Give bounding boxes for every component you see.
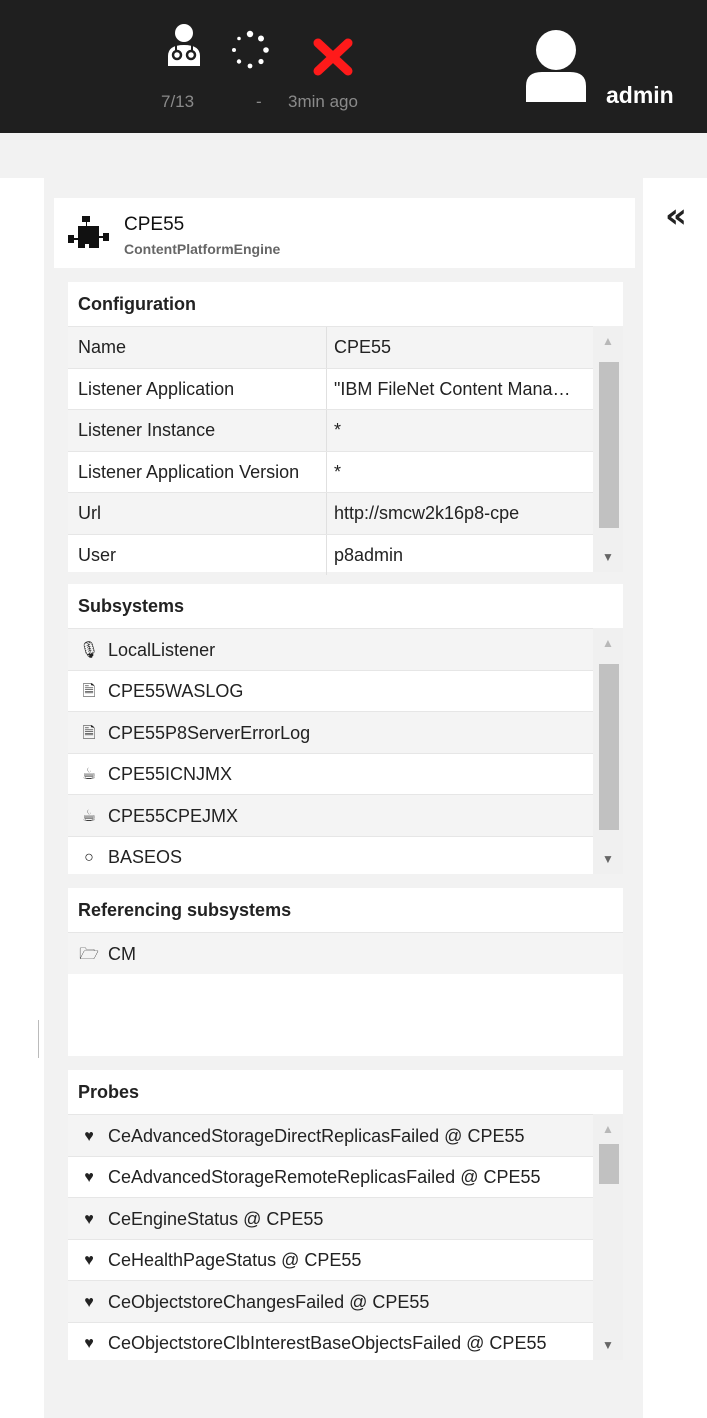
config-key: Listener Instance <box>78 420 216 440</box>
config-value: "IBM FileNet Content Manager" <box>334 378 574 399</box>
scroll-thumb[interactable] <box>599 664 619 830</box>
table-row[interactable]: Listener Instance * <box>68 409 623 451</box>
heartbeat-icon: ♥ <box>84 1335 94 1352</box>
heartbeat-icon: ♥ <box>84 1252 94 1269</box>
table-row[interactable]: Listener Application Version * <box>68 450 623 492</box>
list-item[interactable]: ♥ CeEngineStatus @ CPE55 <box>68 1197 623 1239</box>
subsystems-list[interactable]: 🎙 LocalListener 🗎 CPE55WASLOG 🗎 CPE55P8Serv… <box>68 628 623 874</box>
health-count: 7/13 <box>161 92 195 111</box>
config-value: * <box>334 461 342 482</box>
coffee-icon: ☕ <box>81 766 97 783</box>
list-item[interactable]: ☕ CPE55ICNJMX <box>68 752 623 795</box>
list-item[interactable]: 🗎 CPE55WASLOG <box>68 669 623 712</box>
list-item[interactable]: ☕ CPE55CPEJMX <box>68 794 623 836</box>
double-chevron-left-icon: « <box>665 196 687 236</box>
config-value: p8admin <box>334 544 404 565</box>
list-item[interactable]: 🗎 CPE55P8ServerErrorLog <box>68 711 623 753</box>
scroll-up-icon[interactable]: ▲ <box>593 326 623 356</box>
heartbeat-icon: ♥ <box>84 1210 94 1228</box>
table-row[interactable]: User p8admin <box>68 533 623 575</box>
config-value: http://smcw2k16p8-cpe <box>334 503 520 523</box>
scroll-down-icon[interactable]: ▼ <box>593 1330 623 1360</box>
scroll-up-icon[interactable]: ▲ <box>593 1114 623 1144</box>
splitter-handle[interactable] <box>38 1020 39 1058</box>
config-key: Name <box>78 337 127 357</box>
circle-icon: ○ <box>84 849 94 866</box>
scrollbar[interactable]: ▲ ▼ <box>593 628 623 874</box>
user-name[interactable]: admin <box>606 82 674 109</box>
heartbeat-icon: ♥ <box>84 1169 94 1186</box>
health-status-button[interactable] <box>166 22 202 71</box>
config-key: Url <box>78 503 101 523</box>
referencing-subsystems-section: Referencing subsystems 🗁 CM <box>68 888 623 1056</box>
coffee-icon: ☕ <box>81 807 97 825</box>
config-key: Listener Application <box>78 378 235 399</box>
scroll-down-icon[interactable]: ▼ <box>593 844 623 874</box>
list-item[interactable]: ♥ CeObjectstoreClbInterestBaseObjectsFail… <box>68 1321 623 1364</box>
subsystem-type: ContentPlatformEngine <box>124 241 281 257</box>
close-icon <box>313 38 353 76</box>
doctor-icon <box>168 24 200 66</box>
file-icon: 🗎 <box>82 724 96 742</box>
folder-open-icon: 🗁 <box>79 945 99 963</box>
subsystem-name: CPE55 <box>124 214 185 235</box>
probes-list[interactable]: ♥ CeAdvancedStorageDirectReplicasFailed @… <box>68 1114 623 1360</box>
user-avatar-icon[interactable] <box>526 28 586 102</box>
section-title: Probes <box>68 1070 623 1114</box>
scroll-thumb[interactable] <box>599 362 619 528</box>
toolbar-strip <box>0 133 707 178</box>
list-item[interactable]: ○ BASEOS <box>68 835 623 878</box>
config-key: User <box>78 544 117 565</box>
configuration-section: Configuration Name CPE55 Listener Applic… <box>68 282 623 575</box>
scroll-down-icon[interactable]: ▼ <box>593 542 623 572</box>
left-area <box>0 178 44 1418</box>
config-key: Listener Application Version <box>78 461 300 482</box>
referencing-list[interactable]: 🗁 CM <box>68 932 623 1056</box>
list-item[interactable]: ♥ CeAdvancedStorageDirectReplicasFailed @… <box>68 1114 623 1156</box>
puzzle-icon <box>68 216 109 248</box>
status-dash: - <box>256 92 262 111</box>
scrollbar[interactable]: ▲ ▼ <box>593 1114 623 1360</box>
config-value: * <box>334 420 342 440</box>
table-row[interactable]: Listener Application "IBM FileNet Conten… <box>68 367 623 409</box>
heartbeat-icon: ♥ <box>84 1127 94 1145</box>
scroll-thumb[interactable] <box>599 1144 619 1184</box>
config-value: CPE55 <box>334 337 392 357</box>
list-item[interactable]: ♥ CeHealthPageStatus @ CPE55 <box>68 1238 623 1281</box>
top-bar: 7/13 - 3min ago admin <box>0 0 707 133</box>
configuration-table[interactable]: Name CPE55 Listener Application "IBM Fil… <box>68 326 623 575</box>
error-status-button[interactable] <box>313 38 353 81</box>
list-item[interactable]: ♥ CeAdvancedStorageRemoteReplicasFailed @… <box>68 1155 623 1198</box>
list-item[interactable]: 🗁 CM <box>68 932 623 974</box>
scrollbar[interactable]: ▲ ▼ <box>593 326 623 572</box>
table-row[interactable]: Name CPE55 <box>68 326 623 368</box>
subsystems-section: Subsystems 🎙 LocalListener 🗎 CPE55WASLOG 🗎… <box>68 584 623 874</box>
details-panel: CPE55 ContentPlatformEngine Configuratio… <box>44 178 643 1418</box>
right-area <box>643 178 707 1418</box>
last-check-time: 3min ago <box>288 92 358 111</box>
table-row[interactable]: Url http://smcw2k16p8-cpe <box>68 492 623 534</box>
spinner-icon <box>232 30 269 69</box>
section-title: Subsystems <box>68 584 623 628</box>
refresh-status-button[interactable] <box>230 30 270 75</box>
file-icon: 🗎 <box>82 683 96 700</box>
probes-section: Probes ♥ CeAdvancedStorageDirectReplicasF… <box>68 1070 623 1360</box>
list-item[interactable]: ♥ CeObjectstoreChangesFailed @ CPE55 <box>68 1280 623 1322</box>
section-title: Configuration <box>68 282 623 326</box>
subsystem-header: CPE55 ContentPlatformEngine <box>54 198 635 268</box>
heartbeat-icon: ♥ <box>84 1293 94 1311</box>
section-title: Referencing subsystems <box>68 888 623 932</box>
list-item[interactable]: 🎙 LocalListener <box>68 628 623 670</box>
scroll-up-icon[interactable]: ▲ <box>593 628 623 658</box>
collapse-panel-button[interactable]: « <box>665 196 687 236</box>
microphone-icon: 🎙 <box>78 641 100 659</box>
